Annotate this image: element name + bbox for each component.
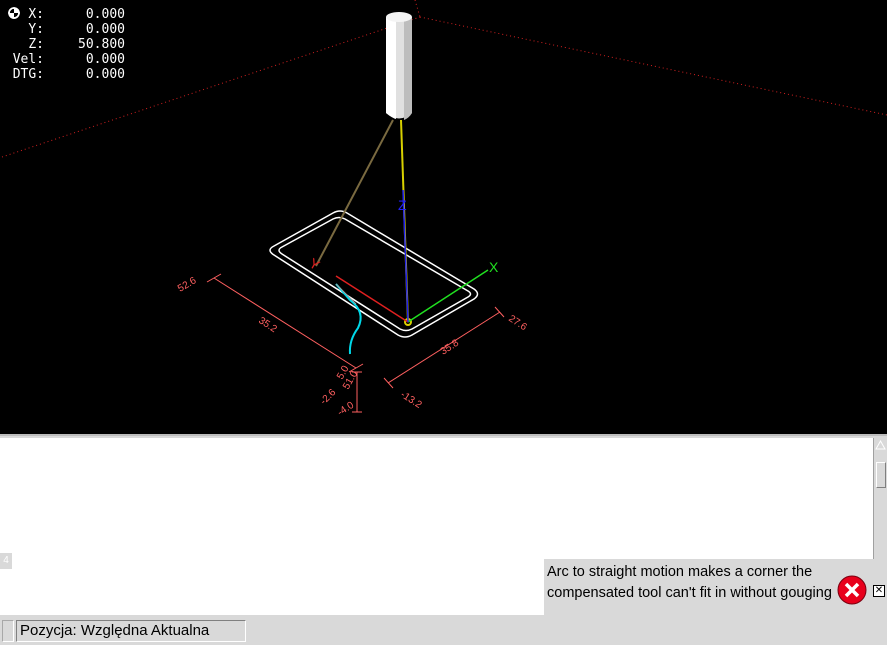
gcode-preview-viewport[interactable]: X Y Z 52.6 35.2 35.8 27.6 5.0 -2.6 -13.2… <box>0 0 887 436</box>
scroll-thumb[interactable] <box>876 462 886 488</box>
dimension-label: 35.8 <box>439 337 462 357</box>
dro-row: Z: 50.800 <box>6 7 125 52</box>
dro-axis-value: 0.000 <box>85 52 125 67</box>
dimension-label: 52.6 <box>176 275 199 294</box>
axis-x-label: X <box>489 259 499 275</box>
dro-axis-label: DTG: <box>12 67 44 82</box>
close-icon[interactable]: ✕ <box>873 585 885 597</box>
current-line-marker: 4 <box>0 553 12 569</box>
error-message: Arc to straight motion makes a corner th… <box>547 564 832 601</box>
machine-limits <box>1 0 887 158</box>
error-x-icon <box>837 575 867 605</box>
dro-axis-value: 0.000 <box>85 7 125 22</box>
status-bar: Pozycja: Względna Aktualna <box>0 618 887 645</box>
error-notification: Arc to straight motion makes a corner th… <box>544 559 887 618</box>
dro-axis-value: 0.000 <box>85 22 125 37</box>
dimension-label: -13.2 <box>398 389 423 411</box>
dimension-label: -2.6 <box>318 387 338 407</box>
dimension-lines <box>206 273 505 413</box>
preview-canvas[interactable]: X Y Z 52.6 35.2 35.8 27.6 5.0 -2.6 -13.2… <box>0 0 887 436</box>
dro-axis-label: Z: <box>28 37 44 52</box>
dimension-label: -4.0 <box>336 400 357 419</box>
output-scrollbar[interactable] <box>873 438 887 559</box>
homed-icon <box>8 7 20 19</box>
toolpath-outline <box>269 210 479 338</box>
dro-row: Vel: 0.000 <box>6 52 125 67</box>
dro-axis-value: 50.800 <box>78 37 125 52</box>
dro-row: DTG: 0.000 <box>6 67 125 82</box>
dro-axis-label: Vel: <box>12 52 44 67</box>
dro-row: Y: 0.000 <box>6 7 125 37</box>
dro-axis-label: Y: <box>28 22 44 37</box>
dimension-label: 27.6 <box>506 313 529 333</box>
dro-readout: X: 0.000 Y: 0.000 Z: 50.800 Vel: 0.000 DTG: 0.000 <box>6 7 125 82</box>
scroll-up-arrow-icon[interactable] <box>875 440 886 450</box>
position-mode-status: Pozycja: Względna Aktualna <box>16 620 246 642</box>
dro-row: X: 0.000 <box>6 7 125 22</box>
tool-cylinder <box>386 12 412 120</box>
dimension-label: 35.2 <box>256 315 279 335</box>
status-indicator <box>2 620 14 642</box>
dro-axis-value: 0.000 <box>85 67 125 82</box>
axis-z-label: Z <box>398 197 407 213</box>
compensation-path <box>335 283 362 355</box>
